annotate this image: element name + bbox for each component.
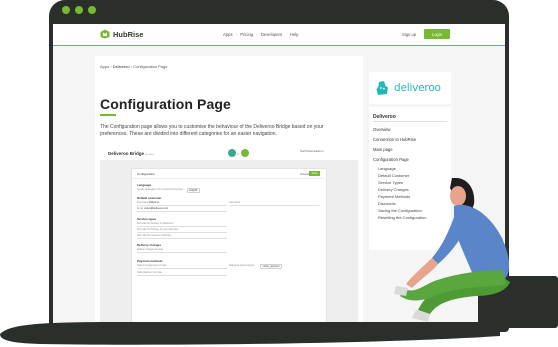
panel-label: Configuration — [137, 172, 155, 176]
section-payment-methods: Payment methods — [137, 259, 163, 263]
nav-help[interactable]: Help — [290, 32, 299, 37]
store-name: Test Pizza location 1 — [300, 150, 324, 153]
nav-pricing[interactable]: Pricing — [240, 32, 253, 37]
deliveroo-logo-box: deliveroo — [369, 72, 451, 104]
embedded-screenshot: Deliveroo Bridgeby hubrise ⇄ Test Pizza … — [100, 146, 358, 324]
main-nav: Apps · Pricing · Developers · Help — [223, 32, 300, 37]
brand-name: HubRise — [113, 29, 144, 39]
page-title: Configuration Page — [100, 96, 231, 112]
service-type-underline-1 — [137, 225, 227, 226]
breadcrumb: Apps › Deliveroo › Configuration Page — [100, 64, 167, 69]
service-type-underline-2 — [137, 231, 227, 232]
save-button[interactable]: Save — [309, 171, 320, 176]
nav-apps[interactable]: Apps — [223, 32, 233, 37]
hubrise-badge-icon — [241, 149, 249, 157]
breadcrumb-current: Configuration Page — [133, 64, 168, 69]
language-select[interactable]: English — [187, 187, 200, 193]
language-label: Set the language in the customer's brows… — [137, 188, 183, 191]
first-name-underline — [137, 204, 227, 205]
email-underline — [137, 210, 227, 211]
window-dot-3-icon[interactable] — [88, 6, 96, 14]
face — [450, 186, 466, 206]
deliveroo-kangaroo-icon — [376, 81, 388, 95]
intro-paragraph: The Configuration page allows you to cus… — [100, 124, 324, 137]
window-dot-2-icon[interactable] — [75, 6, 83, 14]
nav-developers[interactable]: Developers — [261, 32, 282, 37]
app-title: Deliveroo Bridgeby hubrise — [108, 151, 154, 156]
breadcrumb-apps[interactable]: Apps — [100, 64, 109, 69]
payment-ref-underline — [137, 267, 227, 268]
hubrise-logo[interactable]: HubRise — [100, 29, 143, 39]
sitting-person-illustration — [394, 178, 558, 328]
toc-item-overview[interactable]: Overview — [373, 127, 390, 132]
cancel-button[interactable]: Cancel — [300, 172, 309, 176]
last-name-underline — [229, 204, 319, 205]
panel-header: Configuration Cancel Save — [132, 169, 328, 179]
window-controls — [62, 6, 96, 14]
delivery-charge-underline — [137, 251, 227, 252]
hubrise-mark-icon — [100, 29, 110, 39]
toc-item-configuration[interactable]: Configuration Page — [373, 157, 409, 162]
shoe-front — [394, 286, 408, 296]
section-language: Language — [137, 183, 152, 187]
section-delivery-charges: Delivery charges — [137, 243, 162, 247]
configuration-panel: Configuration Cancel Save Language Set t… — [131, 168, 328, 324]
store-selector[interactable]: Test Pizza location 1 · — [300, 150, 324, 156]
service-type-underline-3 — [137, 237, 227, 238]
section-default-customer: Default customer — [137, 196, 162, 200]
breadcrumb-sep: › — [110, 64, 112, 69]
nav-sep: · — [285, 32, 287, 37]
login-button[interactable]: Login — [424, 29, 450, 39]
cash-payment-underline — [137, 274, 227, 275]
title-underline — [100, 114, 116, 116]
toc-title: Deliveroo — [373, 114, 396, 120]
toc-divider — [373, 121, 447, 122]
doc-content: Apps › Deliveroo › Configuration Page Co… — [95, 56, 363, 324]
nav-sep: · — [235, 32, 238, 37]
app-title-text: Deliveroo Bridge — [108, 151, 145, 156]
signup-link[interactable]: Sign up — [402, 32, 416, 37]
payment-type-select[interactable]: online_payment — [260, 263, 282, 269]
payment-type-label: Deliveroo payment type — [229, 264, 255, 267]
store-sub: · — [300, 153, 301, 156]
site-header: HubRise Apps · Pricing · Developers · He… — [53, 24, 505, 46]
breadcrumb-deliveroo[interactable]: Deliveroo — [113, 64, 130, 69]
breadcrumb-sep: › — [130, 64, 133, 69]
section-service-types: Service types — [137, 217, 157, 221]
deliveroo-wordmark: deliveroo — [394, 82, 441, 94]
nav-sep: · — [256, 32, 258, 37]
toc-item-main-page[interactable]: Main page — [373, 147, 393, 152]
window-dot-1-icon[interactable] — [62, 6, 70, 14]
app-version: by hubrise — [145, 154, 155, 156]
toc-item-connection[interactable]: Connection to HubRise — [373, 137, 416, 142]
toc-sub-language[interactable]: Language — [378, 166, 396, 171]
connection-arrows-icon: ⇄ — [237, 152, 240, 156]
deliveroo-badge-icon — [228, 149, 236, 157]
